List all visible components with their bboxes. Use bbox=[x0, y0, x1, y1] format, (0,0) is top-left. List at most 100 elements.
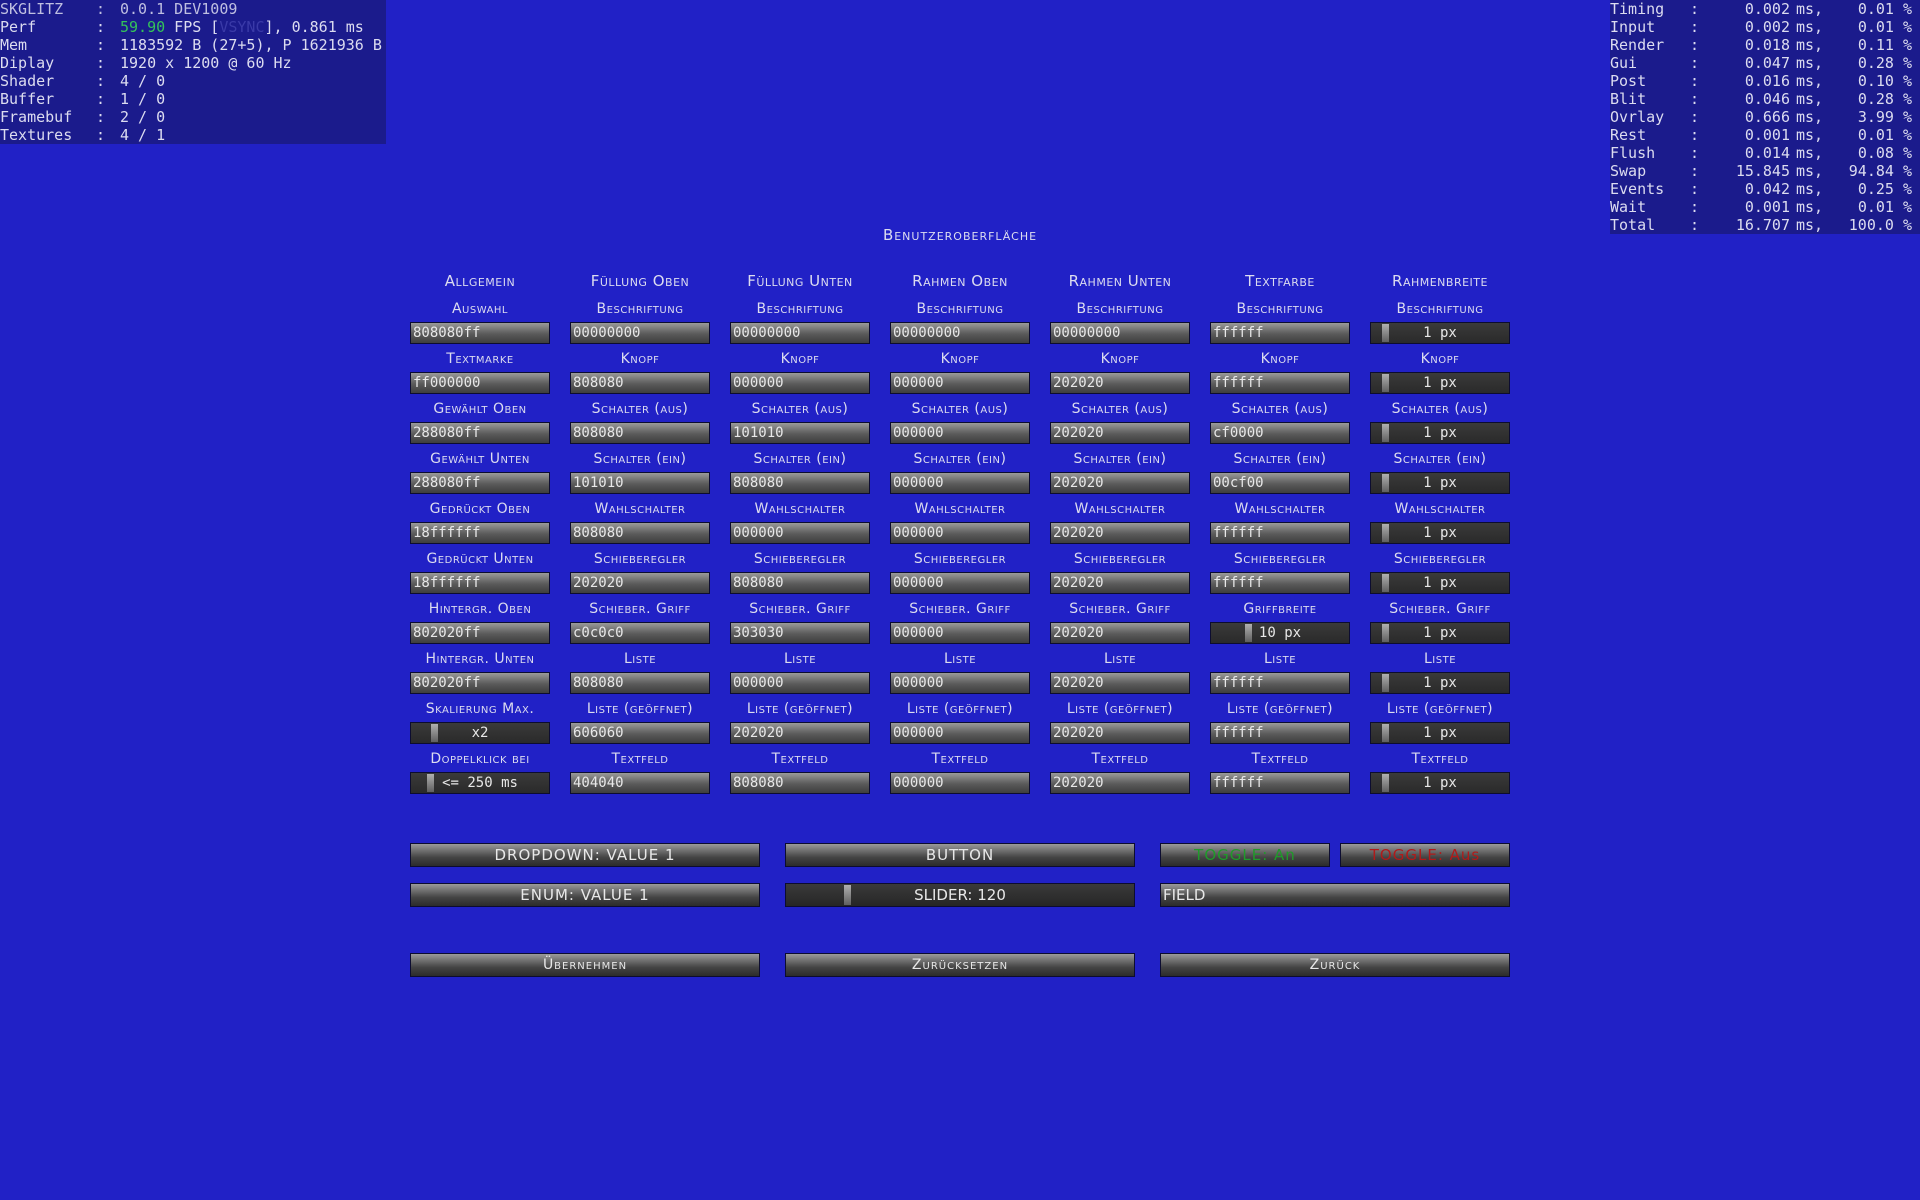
slider-handle[interactable] bbox=[1382, 424, 1389, 442]
slider-value: 1 px bbox=[1423, 375, 1457, 391]
color-field[interactable]: 00000000 bbox=[730, 322, 870, 344]
color-field[interactable]: 808080 bbox=[570, 372, 710, 394]
color-field[interactable]: 202020 bbox=[1050, 522, 1190, 544]
color-field[interactable]: ffffff bbox=[1210, 672, 1350, 694]
setting-slider[interactable]: 1 px bbox=[1370, 772, 1510, 794]
demo-text-field[interactable]: FIELD bbox=[1160, 883, 1510, 907]
color-field[interactable]: 606060 bbox=[570, 722, 710, 744]
reset-button[interactable]: Zurücksetzen bbox=[785, 953, 1135, 977]
color-field[interactable]: 202020 bbox=[1050, 622, 1190, 644]
timing-key: Gui bbox=[1610, 54, 1638, 72]
color-field[interactable]: 288080ff bbox=[410, 472, 550, 494]
color-field[interactable]: 808080 bbox=[730, 772, 870, 794]
demo-button[interactable]: BUTTON bbox=[785, 843, 1135, 867]
color-field[interactable]: 202020 bbox=[1050, 722, 1190, 744]
slider-handle[interactable] bbox=[844, 885, 851, 905]
slider-handle[interactable] bbox=[1382, 374, 1389, 392]
color-field[interactable]: 808080 bbox=[730, 572, 870, 594]
setting-label: Schalter (ein) bbox=[1393, 451, 1487, 467]
color-field[interactable]: ff000000 bbox=[410, 372, 550, 394]
color-field[interactable]: ffffff bbox=[1210, 722, 1350, 744]
color-field[interactable]: cf0000 bbox=[1210, 422, 1350, 444]
color-field[interactable]: 000000 bbox=[730, 372, 870, 394]
color-field[interactable]: 802020ff bbox=[410, 622, 550, 644]
setting-slider[interactable]: <= 250 ms bbox=[410, 772, 550, 794]
color-field[interactable]: 303030 bbox=[730, 622, 870, 644]
color-field[interactable]: 000000 bbox=[730, 522, 870, 544]
color-field[interactable]: 000000 bbox=[890, 672, 1030, 694]
enum-button[interactable]: ENUM: VALUE 1 bbox=[410, 883, 760, 907]
slider-label: SLIDER: 120 bbox=[914, 886, 1006, 904]
slider-handle[interactable] bbox=[1382, 624, 1389, 642]
back-button[interactable]: Zurück bbox=[1160, 953, 1510, 977]
setting-slider[interactable]: 1 px bbox=[1370, 672, 1510, 694]
color-field[interactable]: ffffff bbox=[1210, 772, 1350, 794]
color-field[interactable]: 00000000 bbox=[570, 322, 710, 344]
color-field[interactable]: ffffff bbox=[1210, 572, 1350, 594]
color-field[interactable]: 202020 bbox=[1050, 422, 1190, 444]
color-field[interactable]: c0c0c0 bbox=[570, 622, 710, 644]
slider-handle[interactable] bbox=[1382, 524, 1389, 542]
color-field[interactable]: 101010 bbox=[570, 472, 710, 494]
color-field[interactable]: 000000 bbox=[890, 422, 1030, 444]
color-field[interactable]: 00000000 bbox=[1050, 322, 1190, 344]
slider-handle[interactable] bbox=[1245, 624, 1252, 642]
color-field[interactable]: ffffff bbox=[1210, 372, 1350, 394]
color-field[interactable]: 808080 bbox=[570, 672, 710, 694]
setting-slider[interactable]: 1 px bbox=[1370, 622, 1510, 644]
color-field[interactable]: 000000 bbox=[890, 772, 1030, 794]
color-field[interactable]: 202020 bbox=[730, 722, 870, 744]
color-field[interactable]: 288080ff bbox=[410, 422, 550, 444]
setting-slider[interactable]: 1 px bbox=[1370, 422, 1510, 444]
color-field[interactable]: 00000000 bbox=[890, 322, 1030, 344]
color-field[interactable]: 101010 bbox=[730, 422, 870, 444]
color-field[interactable]: 202020 bbox=[1050, 472, 1190, 494]
color-field[interactable]: ffffff bbox=[1210, 322, 1350, 344]
color-field[interactable]: 000000 bbox=[890, 572, 1030, 594]
apply-button[interactable]: Übernehmen bbox=[410, 953, 760, 977]
color-field[interactable]: 808080 bbox=[570, 522, 710, 544]
setting-label: Liste bbox=[1423, 651, 1457, 667]
color-field[interactable]: 802020ff bbox=[410, 672, 550, 694]
color-field[interactable]: 808080 bbox=[730, 472, 870, 494]
color-field[interactable]: 202020 bbox=[1050, 672, 1190, 694]
slider-handle[interactable] bbox=[427, 774, 434, 792]
color-field[interactable]: 000000 bbox=[890, 472, 1030, 494]
color-field[interactable]: 000000 bbox=[890, 522, 1030, 544]
setting-slider[interactable]: 10 px bbox=[1210, 622, 1350, 644]
setting-slider[interactable]: 1 px bbox=[1370, 322, 1510, 344]
color-field[interactable]: 000000 bbox=[890, 372, 1030, 394]
color-field[interactable]: 18ffffff bbox=[410, 522, 550, 544]
color-field[interactable]: 000000 bbox=[890, 722, 1030, 744]
timing-row: Blit: 0.046 ms, 0.28 % bbox=[1610, 90, 1920, 108]
color-field[interactable]: 808080 bbox=[570, 422, 710, 444]
setting-slider[interactable]: 1 px bbox=[1370, 572, 1510, 594]
color-field[interactable]: 202020 bbox=[1050, 572, 1190, 594]
slider-handle[interactable] bbox=[1382, 724, 1389, 742]
demo-slider[interactable]: SLIDER: 120 bbox=[785, 883, 1135, 907]
slider-handle[interactable] bbox=[1382, 574, 1389, 592]
slider-handle[interactable] bbox=[1382, 324, 1389, 342]
color-field[interactable]: 000000 bbox=[890, 622, 1030, 644]
color-field[interactable]: 00cf00 bbox=[1210, 472, 1350, 494]
slider-handle[interactable] bbox=[1382, 774, 1389, 792]
dropdown-button[interactable]: DROPDOWN: VALUE 1 bbox=[410, 843, 760, 867]
color-field[interactable]: ffffff bbox=[1210, 522, 1350, 544]
color-field[interactable]: 404040 bbox=[570, 772, 710, 794]
color-field[interactable]: 18ffffff bbox=[410, 572, 550, 594]
color-field[interactable]: 000000 bbox=[730, 672, 870, 694]
color-field[interactable]: 202020 bbox=[1050, 772, 1190, 794]
slider-handle[interactable] bbox=[1382, 674, 1389, 692]
slider-handle[interactable] bbox=[1382, 474, 1389, 492]
slider-handle[interactable] bbox=[431, 724, 438, 742]
color-field[interactable]: 202020 bbox=[1050, 372, 1190, 394]
setting-slider[interactable]: 1 px bbox=[1370, 472, 1510, 494]
color-field[interactable]: 202020 bbox=[570, 572, 710, 594]
setting-slider[interactable]: 1 px bbox=[1370, 372, 1510, 394]
setting-slider[interactable]: 1 px bbox=[1370, 522, 1510, 544]
setting-slider[interactable]: 1 px bbox=[1370, 722, 1510, 744]
toggle-on-button[interactable]: TOGGLE: An bbox=[1160, 843, 1330, 867]
color-field[interactable]: 808080ff bbox=[410, 322, 550, 344]
toggle-off-button[interactable]: TOGGLE: Aus bbox=[1340, 843, 1510, 867]
setting-slider[interactable]: x2 bbox=[410, 722, 550, 744]
